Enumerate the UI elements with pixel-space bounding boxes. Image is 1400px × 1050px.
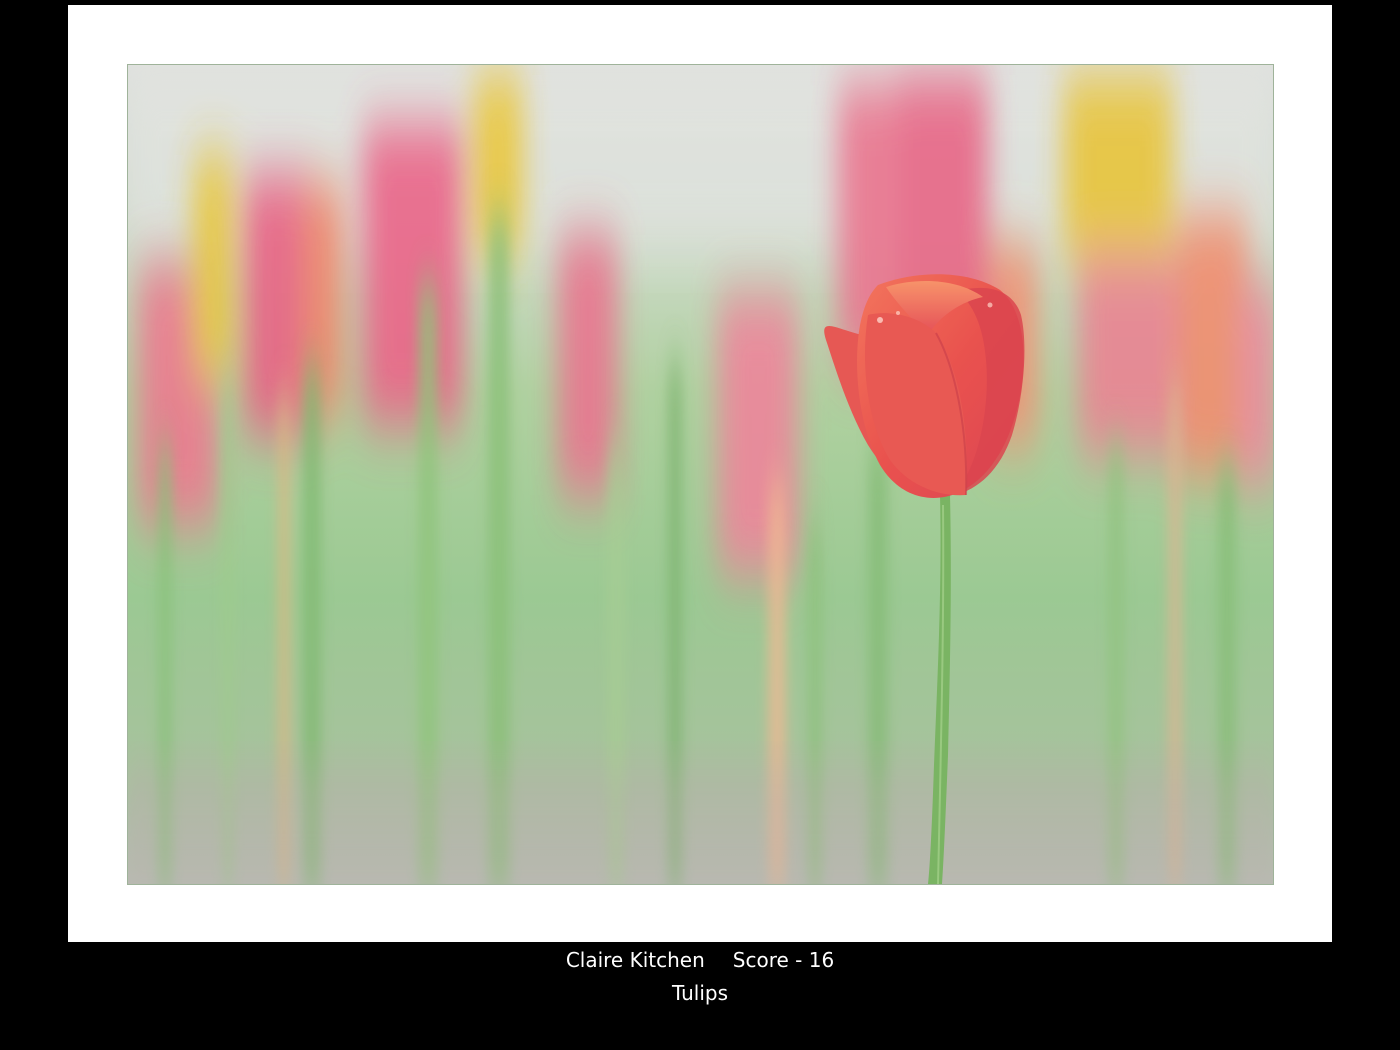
photo-title: Tulips	[671, 981, 729, 1005]
tulip-photo	[128, 65, 1273, 884]
author-name: Claire Kitchen	[565, 948, 705, 972]
score-text: Score - 16	[732, 948, 835, 972]
caption-author-score: Claire Kitchen Score - 16	[0, 948, 1400, 972]
photo-mount	[68, 5, 1332, 942]
photo-image	[127, 64, 1274, 885]
